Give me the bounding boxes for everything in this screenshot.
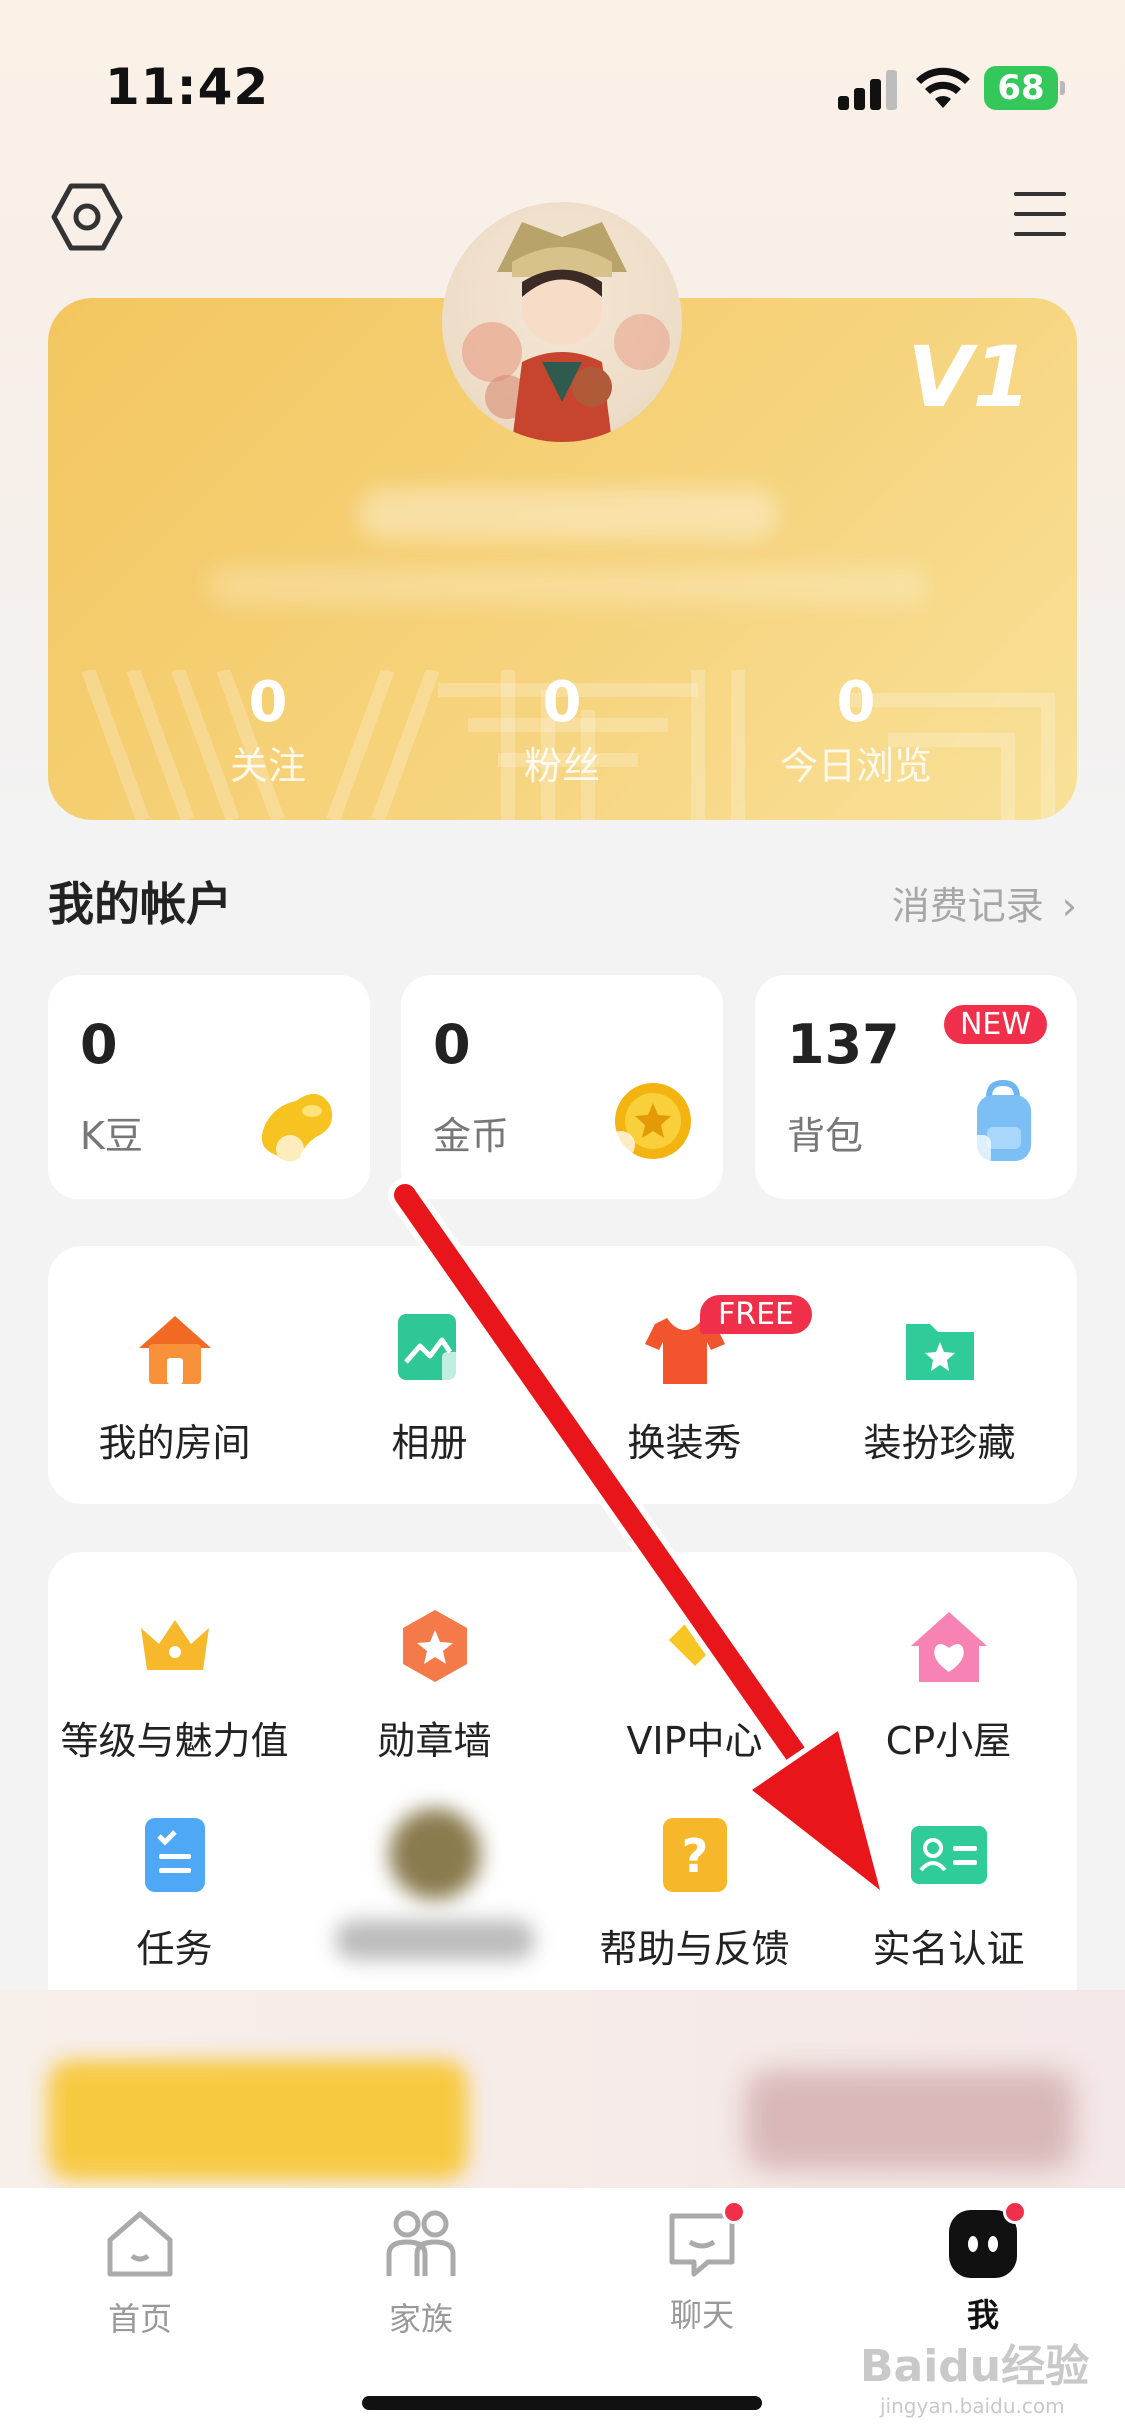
battery-level: 68 [984, 66, 1058, 110]
blurred-label [334, 1920, 535, 1960]
svg-text:?: ? [681, 1829, 708, 1883]
heart-house-icon [910, 1612, 987, 1682]
wifi-icon [916, 67, 970, 108]
watermark-brand: Baidu经验 [860, 2341, 1090, 2392]
stat-views-today[interactable]: 0 今日浏览 [726, 668, 986, 794]
promo-blurred-left [48, 2060, 468, 2180]
account-value: 0 [80, 1013, 118, 1076]
stat-label: 关注 [229, 744, 306, 788]
spending-record-label: 消费记录 [891, 884, 1044, 928]
tab-family[interactable]: 家族 [321, 2206, 521, 2340]
service-label: 帮助与反馈 [599, 1927, 790, 1971]
settings-icon[interactable] [50, 180, 124, 254]
spending-record-link[interactable]: 消费记录 › [892, 875, 1077, 930]
house-icon [138, 1316, 211, 1384]
help-icon: ? [662, 1818, 727, 1892]
service-blurred[interactable] [306, 1808, 563, 1960]
account-card-backpack[interactable]: 137 背包 NEW [755, 975, 1077, 1199]
vip-icon [668, 1614, 721, 1666]
account-label: 背包 [787, 1114, 864, 1158]
bean-icon [261, 1093, 333, 1163]
stat-following[interactable]: 0 关注 [138, 668, 398, 794]
blurred-username [358, 488, 778, 540]
quick-outfit-collection[interactable]: 装扮珍藏 [811, 1302, 1068, 1467]
account-card-gold-coins[interactable]: 0 金币 [401, 975, 723, 1199]
service-label: 等级与魅力值 [60, 1719, 289, 1763]
stat-value: 0 [836, 670, 876, 735]
status-time: 11:42 [105, 58, 270, 116]
service-help-feedback[interactable]: ? 帮助与反馈 [566, 1808, 823, 1973]
backpack-icon [961, 1079, 1031, 1165]
service-cp-house[interactable]: CP小屋 [820, 1600, 1077, 1765]
quick-label: 相册 [391, 1421, 468, 1465]
cellular-signal-icon [838, 70, 900, 110]
stat-label: 今日浏览 [779, 744, 932, 788]
service-label: CP小屋 [885, 1719, 1012, 1763]
stat-value: 0 [248, 670, 288, 735]
service-label: 任务 [136, 1927, 213, 1971]
service-real-name-verification[interactable]: 实名认证 [820, 1808, 1077, 1973]
account-value: 0 [433, 1013, 471, 1076]
tab-label: 家族 [388, 2300, 453, 2338]
crown-icon [140, 1620, 209, 1670]
quick-label: 换装秀 [627, 1421, 742, 1465]
service-tasks[interactable]: 任务 [46, 1808, 303, 1973]
folder-star-icon [905, 1324, 974, 1380]
me-notification-dot [1003, 2200, 1027, 2224]
service-label: 勋章墙 [377, 1719, 492, 1763]
avatar[interactable] [442, 202, 682, 442]
status-bar: 11:42 68 [0, 0, 1125, 150]
stat-fans[interactable]: 0 粉丝 [432, 668, 692, 794]
vip-level: V1 [907, 328, 1031, 426]
tab-me[interactable]: 我 [883, 2200, 1083, 2336]
free-badge: FREE [700, 1295, 813, 1334]
service-medal-wall[interactable]: 勋章墙 [306, 1600, 563, 1765]
battery-icon: 68 [984, 66, 1066, 110]
tab-home[interactable]: 首页 [40, 2206, 240, 2340]
tab-label: 首页 [107, 2300, 172, 2338]
home-icon [107, 2211, 173, 2277]
service-label: VIP中心 [626, 1719, 763, 1763]
coin-icon [607, 1083, 691, 1159]
promo-banner[interactable] [0, 1990, 1125, 2190]
quick-label: 我的房间 [98, 1421, 251, 1465]
id-card-icon [910, 1826, 987, 1884]
account-card-k-beans[interactable]: 0 K豆 [48, 975, 370, 1199]
blurred-icon [388, 1808, 481, 1900]
tab-label: 聊天 [669, 2296, 734, 2334]
account-label: K豆 [80, 1114, 143, 1158]
blurred-user-info [208, 568, 928, 604]
task-icon [144, 1818, 205, 1892]
chat-notification-dot [722, 2200, 746, 2224]
medal-icon [402, 1610, 467, 1682]
watermark-url: jingyan.baidu.com [880, 2394, 1065, 2418]
album-icon [397, 1314, 464, 1384]
baidu-watermark: Baidu经验 jingyan.baidu.com [860, 2330, 1089, 2418]
account-value: 137 [787, 1013, 900, 1076]
stat-label: 粉丝 [523, 744, 600, 788]
new-badge: NEW [943, 1005, 1047, 1044]
family-icon [386, 2210, 456, 2276]
service-vip-center[interactable]: VIP中心 [566, 1600, 823, 1765]
quick-album[interactable]: 相册 [301, 1302, 558, 1467]
account-title: 我的帐户 [48, 877, 232, 931]
service-label: 实名认证 [872, 1927, 1025, 1971]
tab-chat[interactable]: 聊天 [602, 2200, 802, 2336]
menu-icon[interactable] [1014, 188, 1066, 240]
stat-value: 0 [542, 670, 582, 735]
quick-label: 装扮珍藏 [863, 1421, 1016, 1465]
account-label: 金币 [433, 1114, 510, 1158]
quick-my-room[interactable]: 我的房间 [46, 1302, 303, 1467]
home-indicator[interactable] [362, 2396, 762, 2410]
service-level-charm[interactable]: 等级与魅力值 [46, 1600, 303, 1765]
chevron-right-icon: › [1061, 884, 1077, 928]
promo-blurred-right [745, 2070, 1075, 2170]
